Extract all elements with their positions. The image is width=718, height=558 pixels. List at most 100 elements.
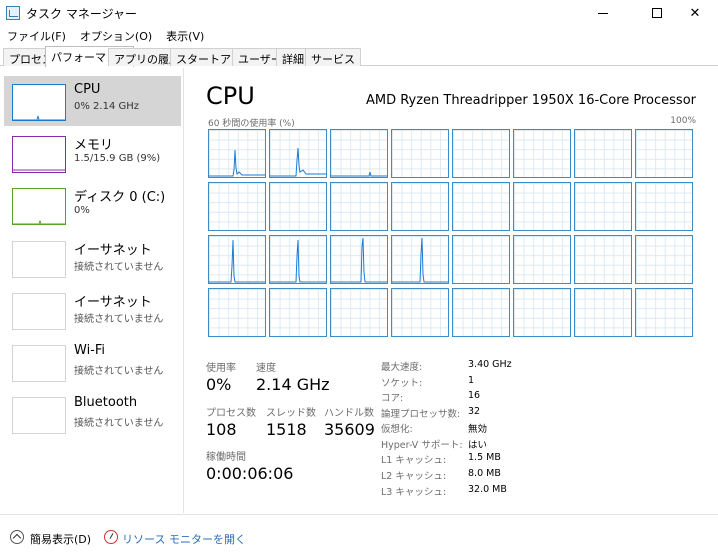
- sidebar-item-disk[interactable]: ディスク 0 (C:) 0%: [4, 180, 181, 230]
- logical-processor-graph: [513, 129, 571, 178]
- bluetooth-thumbnail: [12, 397, 66, 434]
- utilization-label: 使用率: [206, 363, 236, 374]
- memory-thumbnail: [12, 136, 66, 173]
- sidebar-item-value: 接続されていません: [74, 418, 164, 429]
- logical-processor-graph: [391, 129, 449, 178]
- logical-processor-graph: [574, 288, 632, 337]
- spec-l3-value: 32.0 MB: [468, 484, 507, 495]
- spec-logical-value: 32: [468, 406, 481, 417]
- sidebar-item-value: 接続されていません: [74, 314, 164, 325]
- sidebar-item-label: ディスク 0 (C:): [74, 190, 166, 205]
- logical-processor-graph: [269, 129, 327, 178]
- logical-processor-graph: [330, 288, 388, 337]
- sidebar-item-label: Wi-Fi: [74, 343, 106, 358]
- handles-label: ハンドル数: [324, 408, 374, 419]
- spec-l2-label: L2 キャッシュ:: [381, 471, 447, 482]
- handles-value: 35609: [324, 420, 375, 439]
- sidebar-item-value: 接続されていません: [74, 262, 164, 273]
- sidebar-item-wifi[interactable]: Wi-Fi 接続されていません: [4, 337, 181, 387]
- spec-l1-label: L1 キャッシュ:: [381, 455, 447, 466]
- uptime-value: 0:00:06:06: [206, 464, 294, 483]
- tab-bar: プロセス パフォーマンス アプリの履歴 スタートアップ ユーザー 詳細 サービス: [0, 46, 718, 67]
- task-manager-icon: [6, 6, 20, 20]
- logical-processor-graph: [574, 182, 632, 231]
- spec-cores-value: 16: [468, 390, 481, 401]
- menu-view[interactable]: 表示(V): [159, 26, 211, 44]
- close-button[interactable]: ✕: [672, 0, 718, 26]
- threads-value: 1518: [266, 420, 307, 439]
- logical-processor-graph: [635, 129, 693, 178]
- sidebar-item-memory[interactable]: メモリ 1.5/15.9 GB (9%): [4, 128, 181, 178]
- graph-label: 60 秒間の使用率 (%): [208, 119, 295, 129]
- logical-processor-graph: [635, 182, 693, 231]
- logical-processor-graph: [635, 235, 693, 284]
- menu-bar: ファイル(F) オプション(O) 表示(V): [0, 26, 211, 44]
- logical-processor-graph: [574, 129, 632, 178]
- threads-label: スレッド数: [266, 408, 316, 419]
- cpu-thumbnail: [12, 84, 66, 121]
- sidebar-item-bluetooth[interactable]: Bluetooth 接続されていません: [4, 389, 181, 439]
- logical-processor-graph: [513, 182, 571, 231]
- close-icon: ✕: [689, 5, 701, 21]
- spec-hyperv-label: Hyper-V サポート:: [381, 440, 463, 451]
- processes-label: プロセス数: [206, 408, 256, 419]
- sidebar-item-value: 0% 2.14 GHz: [74, 101, 140, 112]
- spec-l1-value: 1.5 MB: [468, 452, 501, 463]
- spec-cores-label: コア:: [381, 393, 404, 404]
- tab-services[interactable]: サービス: [305, 48, 361, 66]
- minimize-button[interactable]: [580, 0, 626, 26]
- logical-processor-graph: [208, 182, 266, 231]
- logical-processor-graph: [574, 235, 632, 284]
- sidebar-item-ethernet-2[interactable]: イーサネット 接続されていません: [4, 285, 181, 335]
- spec-hyperv-value: はい: [468, 440, 488, 451]
- logical-processor-graph: [208, 288, 266, 337]
- disk-thumbnail: [12, 188, 66, 225]
- uptime-label: 稼働時間: [206, 452, 246, 463]
- menu-options[interactable]: オプション(O): [73, 26, 159, 44]
- logical-processor-graph: [513, 288, 571, 337]
- logical-processor-graph: [208, 235, 266, 284]
- window-title: タスク マネージャー: [26, 7, 137, 21]
- title-bar: タスク マネージャー ✕: [0, 0, 718, 26]
- sidebar-item-label: イーサネット: [74, 295, 152, 310]
- logical-processor-graph: [269, 288, 327, 337]
- fewer-details-link[interactable]: 簡易表示(D): [30, 531, 91, 547]
- spec-max-speed-value: 3.40 GHz: [468, 359, 512, 370]
- utilization-value: 0%: [206, 375, 232, 394]
- spec-sockets-value: 1: [468, 375, 475, 386]
- spec-sockets-label: ソケット:: [381, 378, 423, 389]
- logical-processor-graph: [635, 288, 693, 337]
- minimize-icon: [598, 12, 608, 14]
- spec-l2-value: 8.0 MB: [468, 468, 501, 479]
- sidebar-item-label: CPU: [74, 82, 101, 97]
- resource-monitor-icon[interactable]: [104, 530, 118, 544]
- resource-sidebar: CPU 0% 2.14 GHz メモリ 1.5/15.9 GB (9%) ディス…: [0, 68, 184, 513]
- logical-processor-graph: [330, 235, 388, 284]
- sidebar-item-cpu[interactable]: CPU 0% 2.14 GHz: [4, 76, 181, 126]
- logical-processor-graph: [391, 235, 449, 284]
- sidebar-item-label: イーサネット: [74, 243, 152, 258]
- sidebar-item-value: 0%: [74, 205, 90, 216]
- speed-value: 2.14 GHz: [256, 375, 330, 394]
- logical-processor-graph: [452, 129, 510, 178]
- logical-processor-graph: [391, 288, 449, 337]
- logical-processor-graph: [330, 182, 388, 231]
- logical-processor-grid: [208, 129, 695, 338]
- chevron-up-icon[interactable]: [10, 530, 24, 544]
- open-resource-monitor-link[interactable]: リソース モニターを開く: [122, 531, 246, 547]
- spec-virtualization-value: 無効: [468, 424, 488, 435]
- menu-file[interactable]: ファイル(F): [0, 26, 73, 44]
- logical-processor-graph: [452, 235, 510, 284]
- ethernet-thumbnail: [12, 241, 66, 278]
- speed-label: 速度: [256, 363, 276, 374]
- spec-virtualization-label: 仮想化:: [381, 424, 413, 435]
- processes-value: 108: [206, 420, 237, 439]
- logical-processor-graph: [269, 182, 327, 231]
- sidebar-item-label: Bluetooth: [74, 395, 138, 410]
- logical-processor-graph: [330, 129, 388, 178]
- sidebar-item-value: 接続されていません: [74, 366, 164, 377]
- sidebar-item-ethernet-1[interactable]: イーサネット 接続されていません: [4, 233, 181, 283]
- footer-bar: 簡易表示(D) リソース モニターを開く: [0, 514, 718, 558]
- wifi-thumbnail: [12, 345, 66, 382]
- sidebar-item-value: 1.5/15.9 GB (9%): [74, 153, 161, 164]
